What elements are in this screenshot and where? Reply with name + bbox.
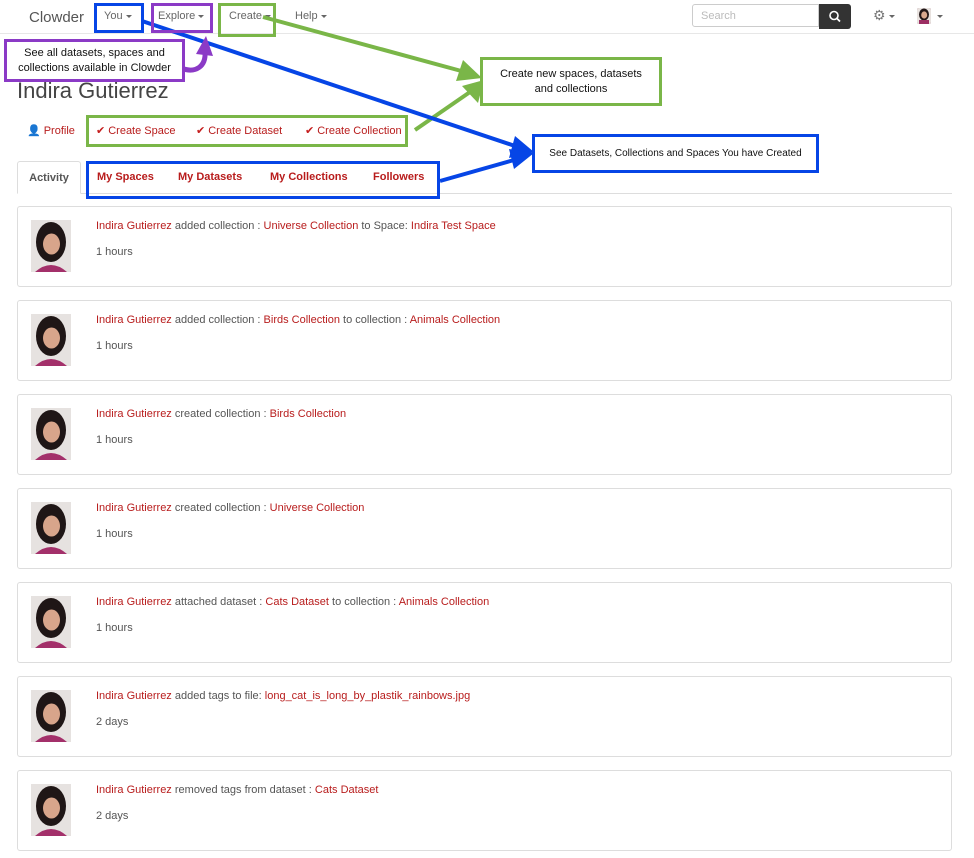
activity-text: Indira Gutierrez created collection : Bi…: [96, 408, 347, 420]
blue-arrowhead: [509, 149, 534, 169]
activity-target-link[interactable]: Animals Collection: [399, 596, 489, 608]
annotation-actions-outline: [86, 115, 408, 147]
user-photo: [31, 314, 71, 366]
activity-object-link[interactable]: Universe Collection: [264, 220, 359, 232]
activity-card: Indira Gutierrez created collection : Bi…: [17, 394, 952, 475]
user-photo: [31, 408, 71, 460]
user-icon: 👤: [27, 125, 41, 137]
chevron-down-icon: [320, 14, 327, 18]
activity-object-link[interactable]: Birds Collection: [270, 408, 346, 420]
user-photo: [31, 220, 71, 272]
blue-arrow-line: [439, 158, 515, 183]
activity-card: Indira Gutierrez created collection : Un…: [17, 488, 952, 569]
activity-text: Indira Gutierrez attached dataset : Cats…: [96, 596, 490, 608]
nav-help-dropdown[interactable]: Help: [295, 10, 327, 22]
activity-time: 1 hours: [96, 622, 133, 634]
activity-time: 2 days: [96, 810, 129, 822]
user-photo: [31, 690, 71, 742]
avatar: [31, 502, 71, 554]
search-icon: [829, 10, 841, 23]
profile-link[interactable]: 👤 Profile: [27, 124, 75, 137]
activity-user-link[interactable]: Indira Gutierrez: [96, 690, 172, 702]
activity-card: Indira Gutierrez added tags to file: lon…: [17, 676, 952, 757]
green-arrowhead: [456, 60, 482, 81]
annotation-create-note: Create new spaces, datasets and collecti…: [480, 57, 662, 106]
avatar: [31, 408, 71, 460]
user-photo: [31, 502, 71, 554]
activity-card: Indira Gutierrez attached dataset : Cats…: [17, 582, 952, 663]
activity-target-link[interactable]: Indira Test Space: [411, 220, 496, 232]
activity-time: 1 hours: [96, 246, 133, 258]
activity-object-link[interactable]: Birds Collection: [264, 314, 340, 326]
activity-text: Indira Gutierrez created collection : Un…: [96, 502, 365, 514]
avatar: [31, 220, 71, 272]
activity-object-link[interactable]: Cats Dataset: [315, 784, 379, 796]
annotation-create-outline: [218, 3, 276, 37]
activity-card: Indira Gutierrez added collection : Bird…: [17, 300, 952, 381]
green-arrow-line: [413, 90, 472, 132]
avatar: [31, 784, 71, 836]
tab-activity[interactable]: Activity: [17, 161, 81, 194]
avatar: [31, 690, 71, 742]
activity-time: 1 hours: [96, 340, 133, 352]
brand-logo[interactable]: Clowder: [29, 9, 84, 26]
activity-target-link[interactable]: Animals Collection: [410, 314, 500, 326]
annotation-explore-outline: [151, 3, 213, 33]
activity-time: 1 hours: [96, 434, 133, 446]
activity-time: 2 days: [96, 716, 129, 728]
activity-card: Indira Gutierrez removed tags from datas…: [17, 770, 952, 851]
settings-dropdown[interactable]: ⚙: [873, 7, 895, 24]
activity-text: Indira Gutierrez added collection : Bird…: [96, 314, 501, 326]
avatar: [31, 314, 71, 366]
avatar-image: [917, 8, 931, 24]
avatar: [31, 596, 71, 648]
search-button[interactable]: [819, 4, 851, 29]
blue-arrowhead: [509, 136, 534, 158]
activity-user-link[interactable]: Indira Gutierrez: [96, 220, 172, 232]
activity-object-link[interactable]: Cats Dataset: [265, 596, 329, 608]
annotation-you-outline: [94, 3, 144, 33]
top-navbar: Clowder You Explore Create Help ⚙: [0, 0, 974, 34]
activity-user-link[interactable]: Indira Gutierrez: [96, 408, 172, 420]
activity-time: 1 hours: [96, 528, 133, 540]
activity-user-link[interactable]: Indira Gutierrez: [96, 502, 172, 514]
activity-object-link[interactable]: Universe Collection: [270, 502, 365, 514]
user-photo: [31, 784, 71, 836]
chevron-down-icon[interactable]: [937, 15, 943, 18]
activity-object-link[interactable]: long_cat_is_long_by_plastik_rainbows.jpg: [265, 690, 470, 702]
activity-user-link[interactable]: Indira Gutierrez: [96, 596, 172, 608]
annotation-you-note: See Datasets, Collections and Spaces You…: [532, 134, 819, 173]
annotation-explore-note: See all datasets, spaces and collections…: [4, 39, 185, 82]
chevron-down-icon: [888, 14, 895, 18]
annotation-tabs-outline: [86, 161, 440, 199]
user-photo: [31, 596, 71, 648]
activity-card: Indira Gutierrez added collection : Univ…: [17, 206, 952, 287]
user-avatar[interactable]: [917, 8, 931, 24]
activity-user-link[interactable]: Indira Gutierrez: [96, 784, 172, 796]
activity-text: Indira Gutierrez added tags to file: lon…: [96, 690, 471, 702]
search-input[interactable]: [692, 4, 819, 27]
activity-user-link[interactable]: Indira Gutierrez: [96, 314, 172, 326]
activity-text: Indira Gutierrez removed tags from datas…: [96, 784, 379, 796]
gear-icon: ⚙: [873, 7, 886, 23]
activity-text: Indira Gutierrez added collection : Univ…: [96, 220, 496, 232]
purple-arrowhead: [196, 36, 213, 56]
